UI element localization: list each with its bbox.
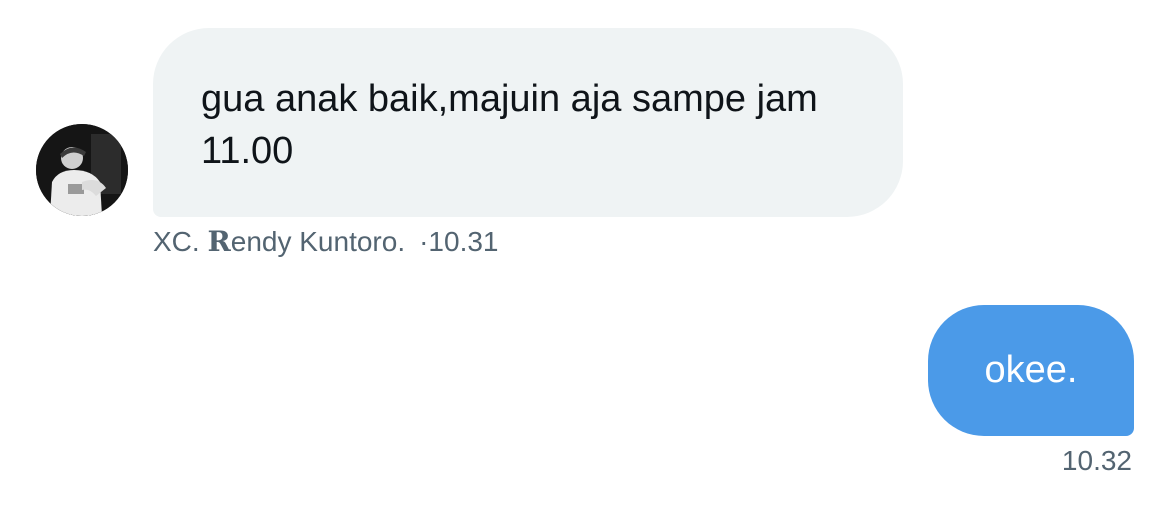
avatar-photo <box>36 124 128 216</box>
sender-name-prefix: XC. <box>153 226 208 257</box>
outgoing-message-text: okee. <box>984 349 1078 391</box>
sender-name[interactable]: XC. Rendy Kuntoro. <box>153 225 406 258</box>
incoming-message-bubble[interactable]: gua anak baik,majuin aja sampe jam 11.00 <box>153 28 903 217</box>
avatar[interactable] <box>36 124 128 216</box>
outgoing-message-bubble[interactable]: okee. <box>928 305 1134 436</box>
outgoing-timestamp: 10.32 <box>1061 445 1132 476</box>
incoming-timestamp: 10.31 <box>428 226 499 257</box>
incoming-message-meta: XC. Rendy Kuntoro. ·10.31 <box>153 225 499 258</box>
sender-name-rest: endy Kuntoro. <box>230 226 406 257</box>
incoming-message-text: gua anak baik,majuin aja sampe jam 11.00 <box>201 78 818 172</box>
sender-name-initial: R <box>207 225 231 258</box>
